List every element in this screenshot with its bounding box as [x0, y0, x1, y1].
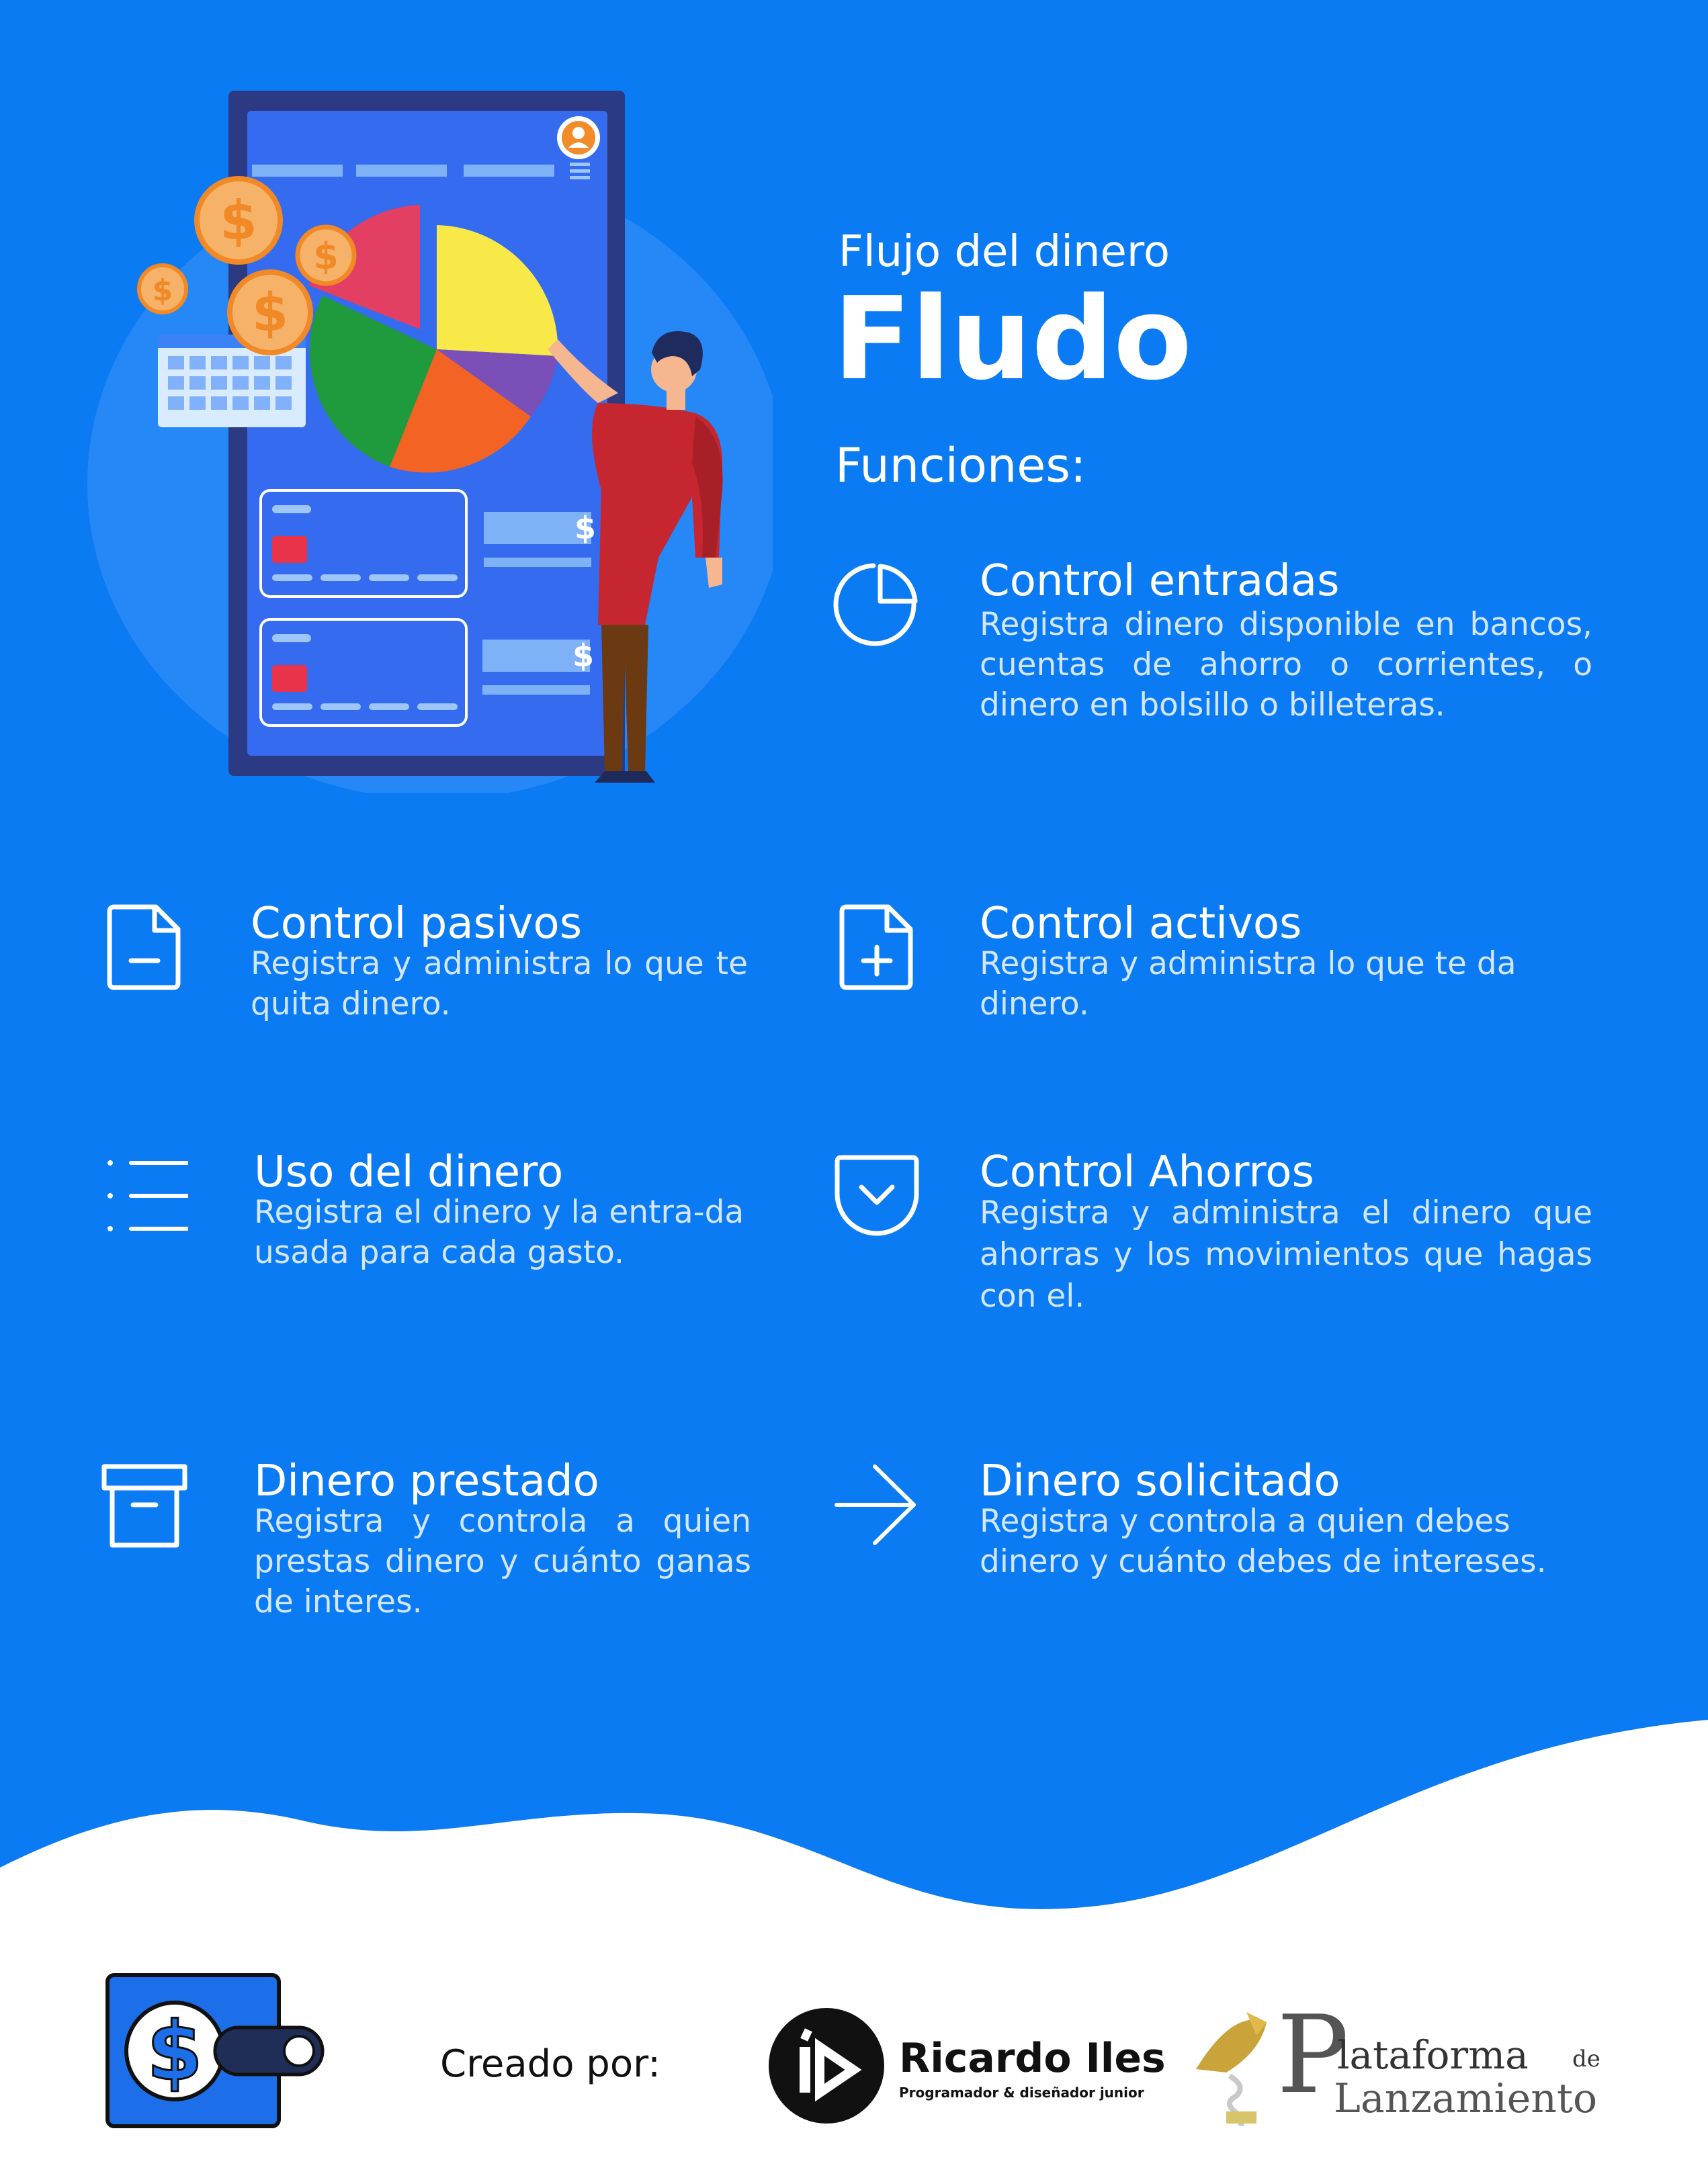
feature-title: Control pasivos — [251, 899, 583, 949]
feature-desc: Registra y administra lo que te quita di… — [251, 945, 748, 1022]
page-title: Fludo — [833, 273, 1192, 406]
author-name: Ricardo Iles — [899, 2035, 1166, 2082]
subtitle: Flujo del dinero — [839, 227, 1170, 277]
org-name-de: de — [1572, 2046, 1600, 2072]
org-logo: P lataforma de Lanzamiento — [1183, 2001, 1613, 2126]
flyer: $ $ $ $ $ $ Flujo del dinero Fludo Funci… — [0, 0, 1708, 2184]
list-icon — [108, 1160, 188, 1231]
svg-text:$: $ — [313, 235, 339, 277]
feature-control-ahorros: Control Ahorros Registra y administra el… — [833, 1145, 1592, 1320]
feature-control-pasivos: Control pasivos Registra y administra lo… — [101, 897, 773, 1031]
feature-control-entradas: Control entradas Registra dinero disponi… — [833, 554, 1592, 769]
author-logo: Ricardo Iles Programador & diseñador jun… — [766, 2005, 1166, 2126]
feature-desc: Registra el dinero y la entra-da usada p… — [254, 1194, 744, 1271]
feature-title: Dinero prestado — [254, 1456, 599, 1506]
svg-text:$: $ — [153, 273, 173, 308]
svg-text:$: $ — [574, 510, 596, 546]
arrow-right-icon — [835, 1465, 916, 1545]
pocket-icon — [835, 1155, 919, 1236]
feature-desc: Registra dinero disponible en bancos, cu… — [980, 606, 1592, 724]
svg-text:$: $ — [220, 189, 257, 252]
feature-control-activos: Control activos Registra y administra lo… — [833, 897, 1592, 1031]
feature-desc: Registra y administra lo que te da diner… — [980, 945, 1517, 1022]
file-plus-icon — [839, 904, 913, 990]
app-logo: $ — [105, 1973, 325, 2128]
author-role: Programador & diseñador junior — [899, 2085, 1144, 2101]
feature-title: Uso del dinero — [254, 1147, 564, 1197]
svg-text:$: $ — [146, 2005, 203, 2099]
section-label: Funciones: — [835, 438, 1086, 493]
feature-desc: Registra y administra el dinero que ahor… — [980, 1194, 1592, 1315]
hero-illustration: $ $ $ $ $ $ — [87, 91, 773, 793]
author-mark-icon — [769, 2008, 884, 2124]
feature-title: Control Ahorros — [980, 1147, 1314, 1197]
feature-dinero-prestado: Dinero prestado Registra y controla a qu… — [101, 1454, 773, 1629]
feature-title: Control activos — [980, 899, 1302, 949]
feature-title: Dinero solicitado — [980, 1456, 1340, 1506]
org-name-line2: Lanzamiento — [1334, 2075, 1598, 2122]
file-minus-icon — [107, 904, 181, 990]
feature-dinero-solicitado: Dinero solicitado Registra y controla a … — [833, 1454, 1592, 1589]
svg-text:$: $ — [252, 283, 288, 343]
pie-chart-icon — [833, 563, 918, 646]
archive-icon — [101, 1464, 187, 1548]
org-name-line1: lataforma — [1337, 2032, 1529, 2078]
launch-icon — [1196, 2012, 1267, 2126]
feature-uso-dinero: Uso del dinero Registra el dinero y la e… — [101, 1145, 773, 1280]
feature-title: Control entradas — [980, 556, 1340, 606]
feature-desc: Registra y controla a quien prestas dine… — [254, 1503, 751, 1620]
svg-text:$: $ — [572, 638, 594, 674]
created-by-label: Creado por: — [440, 2042, 660, 2086]
feature-desc: Registra y controla a quien debes dinero… — [980, 1503, 1547, 1580]
